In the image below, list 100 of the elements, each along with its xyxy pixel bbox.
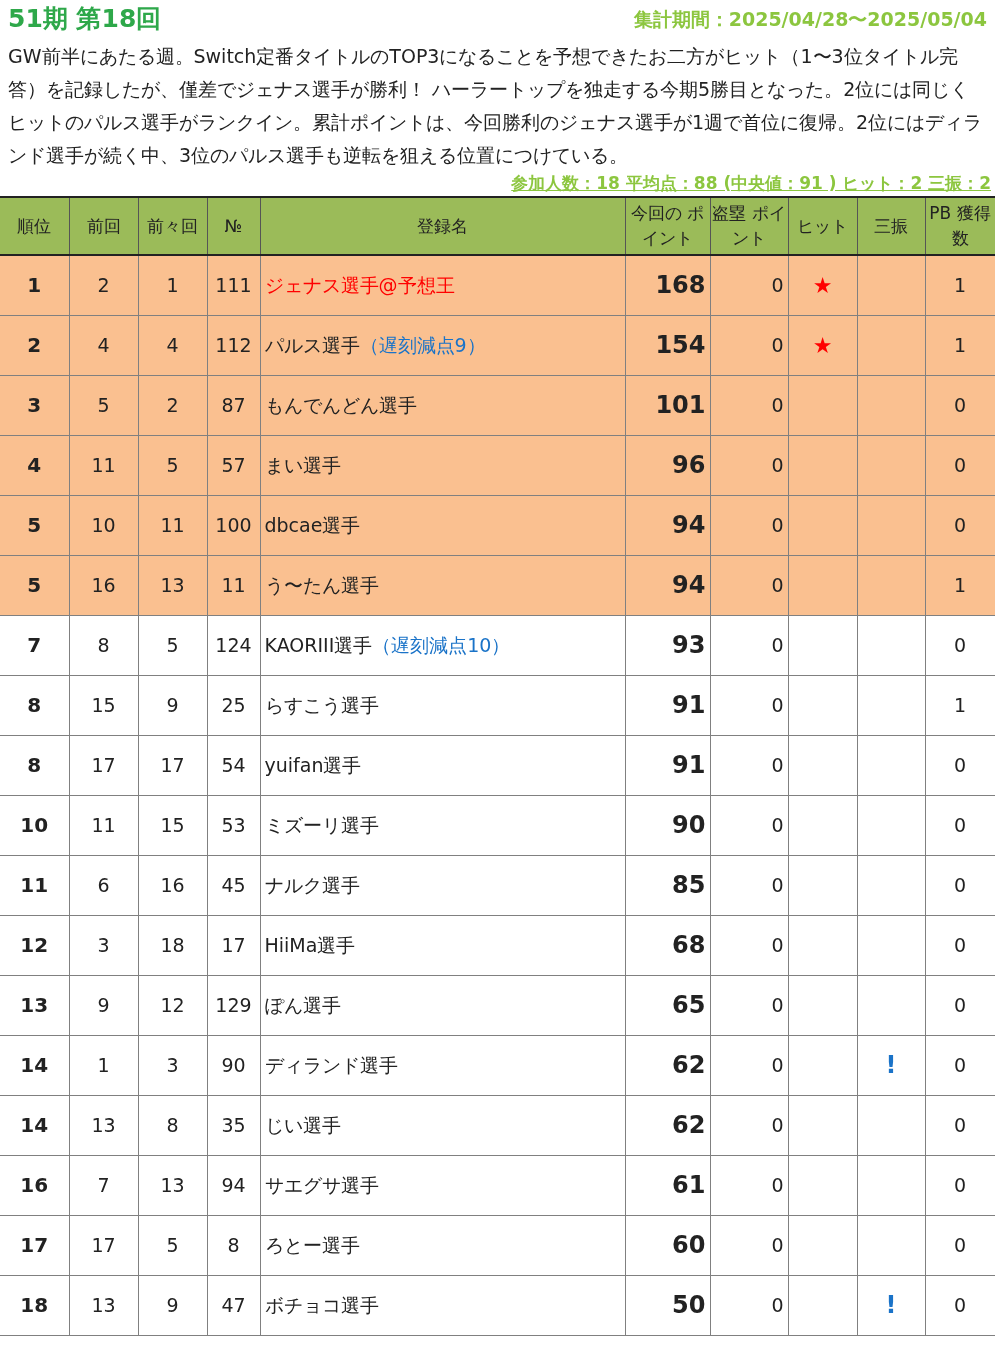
table-cell: 0 xyxy=(710,1035,788,1095)
player-name: KAORIII選手 xyxy=(264,633,373,656)
rank-cell: 8 xyxy=(0,735,69,795)
table-cell: 8 xyxy=(207,1215,260,1275)
table-cell: 8 xyxy=(69,615,138,675)
stats-link[interactable]: 参加人数：18 平均点：88 (中央値：91 ) ヒット：2 三振：2 xyxy=(511,171,991,197)
table-cell: 112 xyxy=(207,315,260,375)
player-name: ナルク選手 xyxy=(264,873,360,896)
table-cell: 5 xyxy=(138,615,207,675)
player-name: じい選手 xyxy=(264,1113,341,1136)
points-cell: 91 xyxy=(625,675,710,735)
table-cell: 0 xyxy=(925,975,995,1035)
table-cell: 3 xyxy=(69,915,138,975)
player-name: ミズーリ選手 xyxy=(264,813,379,836)
player-name: まい選手 xyxy=(264,453,341,476)
strikeout-mark: ! xyxy=(885,1291,897,1319)
table-cell: 17 xyxy=(138,735,207,795)
table-cell: 12 xyxy=(138,975,207,1035)
table-cell: 0 xyxy=(925,1215,995,1275)
table-cell: 129 xyxy=(207,975,260,1035)
table-cell: 16 xyxy=(69,555,138,615)
table-cell: 4 xyxy=(69,315,138,375)
points-cell: 65 xyxy=(625,975,710,1035)
points-cell: 68 xyxy=(625,915,710,975)
table-cell: 13 xyxy=(69,1095,138,1155)
column-header: № xyxy=(207,197,260,255)
table-cell: 9 xyxy=(69,975,138,1035)
player-name: サエグサ選手 xyxy=(264,1173,379,1196)
table-cell: 0 xyxy=(710,1215,788,1275)
hit-mark: ★ xyxy=(812,332,833,358)
table-cell: 1 xyxy=(925,555,995,615)
table-cell: 16 xyxy=(138,855,207,915)
table-cell: 47 xyxy=(207,1275,260,1335)
points-cell: 61 xyxy=(625,1155,710,1215)
table-cell: 1 xyxy=(69,1035,138,1095)
table-cell: 11 xyxy=(138,495,207,555)
table-cell: 0 xyxy=(710,855,788,915)
points-cell: 101 xyxy=(625,375,710,435)
summary-text: GW前半にあたる週。Switch定番タイトルのTOP3になることを予想できたお二方がヒット（1〜3位タイトル完答）を記録したが、僅差でジェナス選手が勝利！ ハーラートップを独走する今期5勝目となった。2位には同じくヒットのパルス選手がランクイン。累計ポイントは、今回勝利のジェナス選手が1週で首位に復帰。2位にはディランド選手が続く中、3位のパルス選手も逆転を狙える位置につけている。 xyxy=(7,44,984,168)
table-cell: 0 xyxy=(710,615,788,675)
table-cell: 111 xyxy=(207,255,260,315)
player-name: ろとー選手 xyxy=(264,1233,360,1256)
table-cell: 1 xyxy=(925,675,995,735)
table-cell: 11 xyxy=(69,435,138,495)
table-cell: 0 xyxy=(710,915,788,975)
table-cell: 54 xyxy=(207,735,260,795)
player-name: パルス選手 xyxy=(264,333,360,356)
table-cell: 0 xyxy=(925,435,995,495)
table-cell: 0 xyxy=(925,495,995,555)
column-header: 順位 xyxy=(0,197,69,255)
table-cell: 57 xyxy=(207,435,260,495)
points-cell: 154 xyxy=(625,315,710,375)
points-cell: 60 xyxy=(625,1215,710,1275)
table-cell: 18 xyxy=(138,915,207,975)
player-name: HiiMa選手 xyxy=(264,933,356,956)
points-cell: 62 xyxy=(625,1095,710,1155)
table-cell: 15 xyxy=(69,675,138,735)
table-cell: 0 xyxy=(925,855,995,915)
table-cell: 0 xyxy=(710,675,788,735)
rank-cell: 16 xyxy=(0,1155,69,1215)
table-cell: 13 xyxy=(138,1155,207,1215)
period-label: 集計期間：2025/04/28〜2025/05/04 xyxy=(633,6,987,32)
table-cell: 5 xyxy=(69,375,138,435)
table-cell: 0 xyxy=(925,375,995,435)
table-cell: 90 xyxy=(207,1035,260,1095)
table-cell: 4 xyxy=(138,315,207,375)
table-cell: 15 xyxy=(138,795,207,855)
player-name: ぽん選手 xyxy=(264,993,341,1016)
table-cell: 0 xyxy=(710,495,788,555)
table-cell: 0 xyxy=(925,915,995,975)
rank-cell: 5 xyxy=(0,555,69,615)
table-cell: 0 xyxy=(710,975,788,1035)
table-cell: 2 xyxy=(69,255,138,315)
table-cell: 0 xyxy=(710,255,788,315)
column-header: PB 獲得数 xyxy=(925,197,995,255)
table-cell: 11 xyxy=(69,795,138,855)
player-name: ボチョコ選手 xyxy=(264,1293,379,1316)
page-title: 51期 第18回 xyxy=(8,3,162,36)
column-header: 前々回 xyxy=(138,197,207,255)
table-cell: 124 xyxy=(207,615,260,675)
hit-mark: ★ xyxy=(812,272,833,298)
table-cell: 8 xyxy=(138,1095,207,1155)
rank-cell: 11 xyxy=(0,855,69,915)
rank-cell: 7 xyxy=(0,615,69,675)
column-header: 前回 xyxy=(69,197,138,255)
table-cell: 0 xyxy=(710,435,788,495)
table-cell: 9 xyxy=(138,1275,207,1335)
table-cell: 9 xyxy=(138,675,207,735)
table-cell: 17 xyxy=(69,735,138,795)
table-cell: 0 xyxy=(925,1275,995,1335)
table-cell: 6 xyxy=(69,855,138,915)
table-cell: 94 xyxy=(207,1155,260,1215)
points-cell: 85 xyxy=(625,855,710,915)
points-cell: 62 xyxy=(625,1035,710,1095)
rank-cell: 10 xyxy=(0,795,69,855)
rank-cell: 4 xyxy=(0,435,69,495)
table-cell: 2 xyxy=(138,375,207,435)
rank-cell: 17 xyxy=(0,1215,69,1275)
points-cell: 93 xyxy=(625,615,710,675)
points-cell: 168 xyxy=(625,255,710,315)
